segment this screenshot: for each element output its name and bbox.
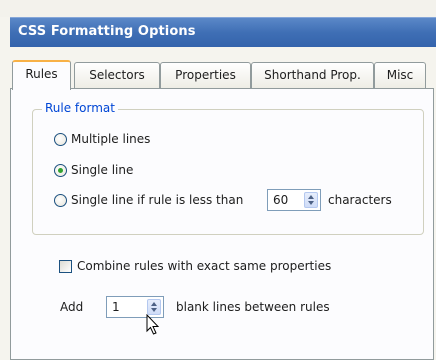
combine-rules-checkbox[interactable] xyxy=(59,260,72,273)
tab-rules-label: Rules xyxy=(25,67,58,81)
radio-multiple-lines[interactable]: Multiple lines xyxy=(54,130,150,148)
tab-properties[interactable]: Properties xyxy=(160,62,251,88)
title-bar: CSS Formatting Options xyxy=(10,17,436,47)
radio-single-line-if-short-label: Single line if rule is less than xyxy=(71,193,244,207)
spin-down-arrow-icon[interactable] xyxy=(308,201,314,205)
blank-lines-value: 1 xyxy=(112,300,120,314)
tab-selectors-label: Selectors xyxy=(89,68,145,82)
tab-misc[interactable]: Misc xyxy=(374,62,426,88)
blank-lines-suffix-label: blank lines between rules xyxy=(176,300,330,314)
radio-single-line[interactable]: Single line xyxy=(54,161,133,179)
radio-button-selected[interactable] xyxy=(54,163,67,177)
radio-button[interactable] xyxy=(54,132,67,146)
add-label: Add xyxy=(60,300,84,314)
spin-up-arrow-icon[interactable] xyxy=(308,195,314,199)
max-characters-value: 60 xyxy=(273,193,289,207)
radio-button[interactable] xyxy=(54,193,67,207)
tab-properties-label: Properties xyxy=(175,68,236,82)
spin-up-arrow-icon[interactable] xyxy=(151,302,157,306)
max-characters-spinner[interactable]: 60 xyxy=(267,189,321,211)
css-formatting-options-dialog: CSS Formatting Options Rules Selectors P… xyxy=(0,0,436,360)
rule-format-legend: Rule format xyxy=(42,101,118,115)
combine-rules-label[interactable]: Combine rules with exact same properties xyxy=(77,259,331,273)
tab-rules[interactable]: Rules xyxy=(12,60,71,90)
spin-buttons[interactable] xyxy=(147,299,161,315)
radio-single-line-label: Single line xyxy=(71,163,134,177)
tab-misc-label: Misc xyxy=(386,68,414,82)
window-title: CSS Formatting Options xyxy=(18,24,196,39)
radio-multiple-lines-label: Multiple lines xyxy=(71,132,151,146)
radio-single-line-if-short[interactable]: Single line if rule is less than xyxy=(54,191,243,209)
spin-buttons[interactable] xyxy=(304,192,318,208)
tab-shorthand-properties[interactable]: Shorthand Prop. xyxy=(251,62,374,88)
spin-down-arrow-icon[interactable] xyxy=(151,308,157,312)
tab-selectors[interactable]: Selectors xyxy=(74,62,160,88)
tab-shorthand-properties-label: Shorthand Prop. xyxy=(264,68,361,82)
mouse-pointer-icon xyxy=(146,314,160,335)
top-strip xyxy=(0,0,436,17)
characters-label: characters xyxy=(328,193,392,207)
